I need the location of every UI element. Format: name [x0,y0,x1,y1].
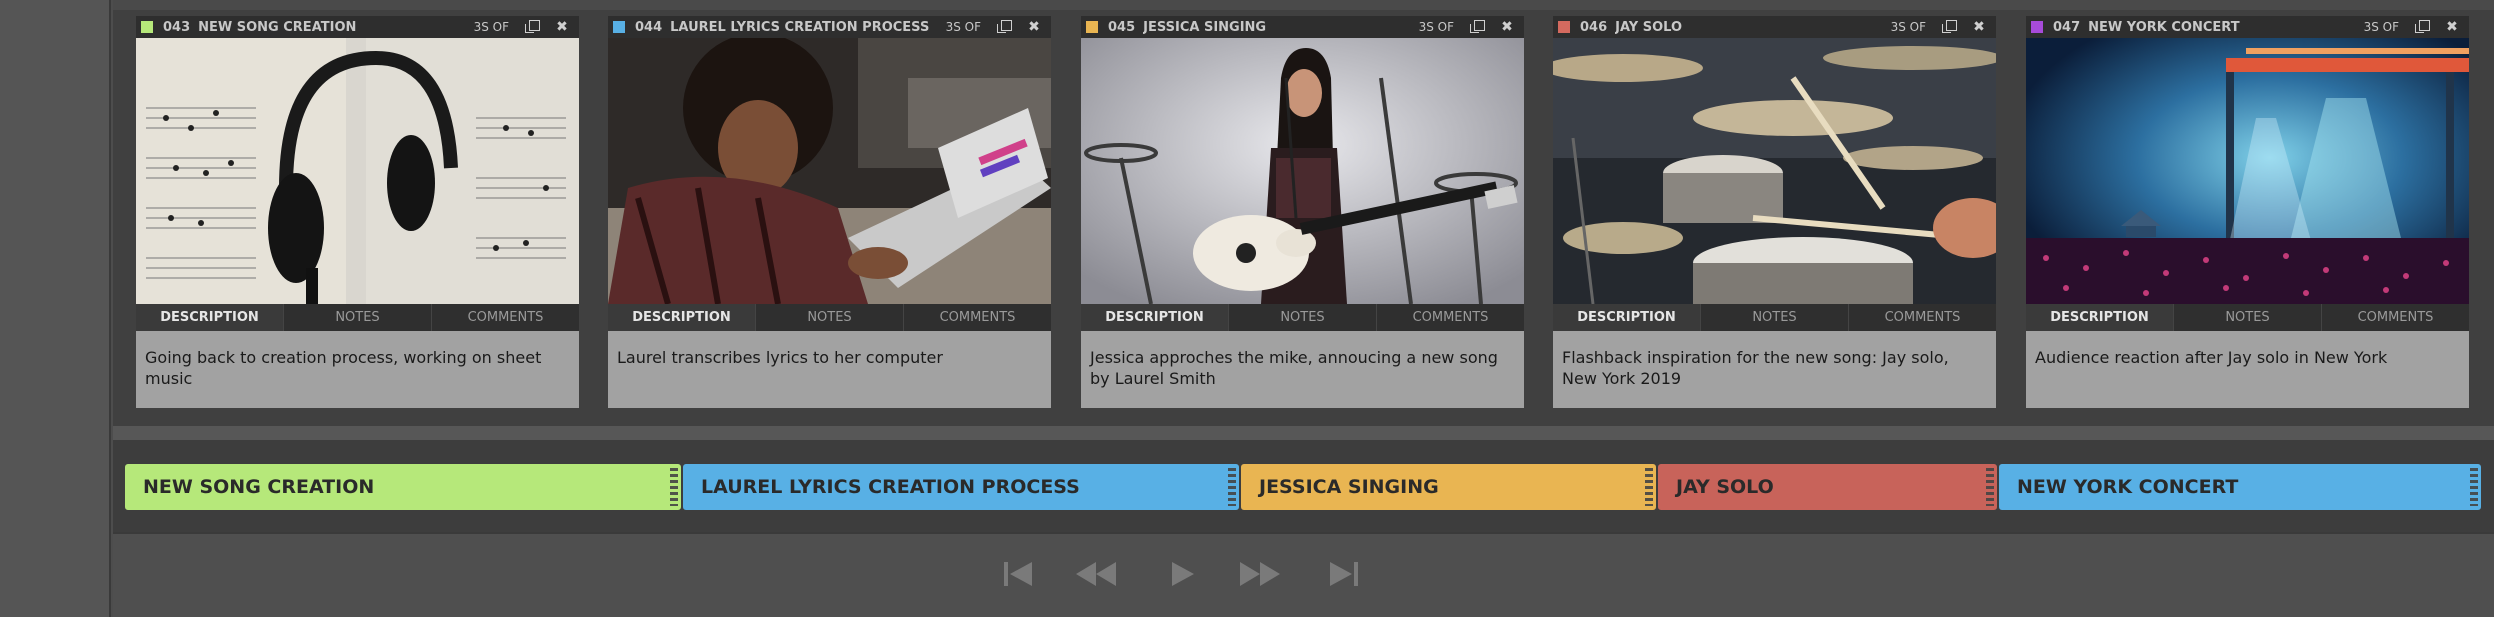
card-thumbnail[interactable] [2026,38,2469,304]
card-tabs: DESCRIPTION NOTES COMMENTS [1081,304,1524,331]
clip-label: NEW SONG CREATION [143,476,375,498]
card-header: 044 LAUREL LYRICS CREATION PROCESS 3S OF… [608,16,1051,38]
shot-card-044[interactable]: 044 LAUREL LYRICS CREATION PROCESS 3S OF… [608,16,1051,408]
card-title: JAY SOLO [1615,19,1683,35]
card-number: 044 [635,19,663,35]
color-swatch[interactable] [1558,21,1570,33]
tab-notes[interactable]: NOTES [284,304,432,331]
timeline-clip-jay-solo[interactable]: JAY SOLO [1658,464,1997,510]
close-icon[interactable]: ✖ [551,19,573,35]
timeline-clip-new-york-concert[interactable]: NEW YORK CONCERT [1999,464,2481,510]
card-duration: 3S OF [945,20,981,34]
card-tabs: DESCRIPTION NOTES COMMENTS [2026,304,2469,331]
clip-resize-handle[interactable] [1228,468,1236,506]
card-duration: 3S OF [473,20,509,34]
tab-description[interactable]: DESCRIPTION [1553,304,1701,331]
card-thumbnail[interactable] [1081,38,1524,304]
drum-kit-image [1553,38,1996,304]
singer-guitar-image [1081,38,1524,304]
card-tabs: DESCRIPTION NOTES COMMENTS [136,304,579,331]
timeline-clip-laurel-lyrics[interactable]: LAUREL LYRICS CREATION PROCESS [683,464,1239,510]
tab-comments[interactable]: COMMENTS [432,304,579,331]
shot-card-046[interactable]: 046 JAY SOLO 3S OF ✖ DESCRIPTION NOTES C… [1553,16,1996,408]
copy-icon[interactable] [995,19,1017,35]
tab-comments[interactable]: COMMENTS [904,304,1051,331]
clip-resize-handle[interactable] [670,468,678,506]
card-description[interactable]: Jessica approches the mike, annoucing a … [1081,331,1524,408]
color-swatch[interactable] [1086,21,1098,33]
card-description[interactable]: Audience reaction after Jay solo in New … [2026,331,2469,408]
sheet-music-headphones-image [136,38,579,304]
tab-description[interactable]: DESCRIPTION [608,304,756,331]
transport-bar [113,532,2494,617]
close-icon[interactable]: ✖ [2441,19,2463,35]
card-description[interactable]: Flashback inspiration for the new song: … [1553,331,1996,408]
card-duration: 3S OF [1890,20,1926,34]
card-thumbnail[interactable] [608,38,1051,304]
tab-description[interactable]: DESCRIPTION [1081,304,1229,331]
shot-card-047[interactable]: 047 NEW YORK CONCERT 3S OF ✖ DESCRIPTION… [2026,16,2469,408]
card-title: NEW SONG CREATION [198,19,357,35]
clip-label: NEW YORK CONCERT [2017,476,2239,498]
card-description[interactable]: Going back to creation process, working … [136,331,579,408]
card-duration: 3S OF [2363,20,2399,34]
color-swatch[interactable] [2031,21,2043,33]
card-title: JESSICA SINGING [1143,19,1267,35]
tab-notes[interactable]: NOTES [2174,304,2322,331]
card-title: NEW YORK CONCERT [2088,19,2240,35]
card-title: LAUREL LYRICS CREATION PROCESS [670,19,930,35]
card-number: 047 [2053,19,2081,35]
tab-description[interactable]: DESCRIPTION [2026,304,2174,331]
clip-label: LAUREL LYRICS CREATION PROCESS [701,476,1080,498]
tab-description[interactable]: DESCRIPTION [136,304,284,331]
tab-comments[interactable]: COMMENTS [2322,304,2469,331]
card-header: 045 JESSICA SINGING 3S OF ✖ [1081,16,1524,38]
card-number: 046 [1580,19,1608,35]
tab-notes[interactable]: NOTES [1229,304,1377,331]
card-tabs: DESCRIPTION NOTES COMMENTS [1553,304,1996,331]
card-duration: 3S OF [1418,20,1454,34]
clip-resize-handle[interactable] [1986,468,1994,506]
color-swatch[interactable] [141,21,153,33]
copy-icon[interactable] [1940,19,1962,35]
card-tabs: DESCRIPTION NOTES COMMENTS [608,304,1051,331]
close-icon[interactable]: ✖ [1968,19,1990,35]
woman-laptop-image [608,38,1051,304]
copy-icon[interactable] [1468,19,1490,35]
tab-comments[interactable]: COMMENTS [1377,304,1524,331]
panel-separator[interactable] [113,426,2494,440]
tab-comments[interactable]: COMMENTS [1849,304,1996,331]
close-icon[interactable]: ✖ [1023,19,1045,35]
tab-notes[interactable]: NOTES [1701,304,1849,331]
fast-forward-icon[interactable] [1236,550,1286,598]
card-header: 043 NEW SONG CREATION 3S OF ✖ [136,16,579,38]
play-icon[interactable] [1156,550,1206,598]
clip-label: JESSICA SINGING [1259,476,1439,498]
card-description[interactable]: Laurel transcribes lyrics to her compute… [608,331,1051,408]
shot-card-043[interactable]: 043 NEW SONG CREATION 3S OF ✖ DESCRIPTIO… [136,16,579,408]
copy-icon[interactable] [523,19,545,35]
card-thumbnail[interactable] [1553,38,1996,304]
rewind-icon[interactable] [1070,550,1120,598]
left-panel [0,0,111,617]
skip-to-end-icon[interactable] [1318,550,1368,598]
card-header: 046 JAY SOLO 3S OF ✖ [1553,16,1996,38]
card-number: 043 [163,19,191,35]
skip-to-start-icon[interactable] [994,550,1044,598]
shot-card-045[interactable]: 045 JESSICA SINGING 3S OF ✖ DESCRIPTION … [1081,16,1524,408]
clip-resize-handle[interactable] [2470,468,2478,506]
clip-resize-handle[interactable] [1645,468,1653,506]
clip-label: JAY SOLO [1676,476,1774,498]
timeline-clip-new-song-creation[interactable]: NEW SONG CREATION [125,464,681,510]
storyboard-top-edge [113,0,2494,10]
card-number: 045 [1108,19,1136,35]
card-header: 047 NEW YORK CONCERT 3S OF ✖ [2026,16,2469,38]
card-thumbnail[interactable] [136,38,579,304]
copy-icon[interactable] [2413,19,2435,35]
timeline-clip-jessica-singing[interactable]: JESSICA SINGING [1241,464,1656,510]
tab-notes[interactable]: NOTES [756,304,904,331]
concert-crowd-image [2026,38,2469,304]
close-icon[interactable]: ✖ [1496,19,1518,35]
color-swatch[interactable] [613,21,625,33]
